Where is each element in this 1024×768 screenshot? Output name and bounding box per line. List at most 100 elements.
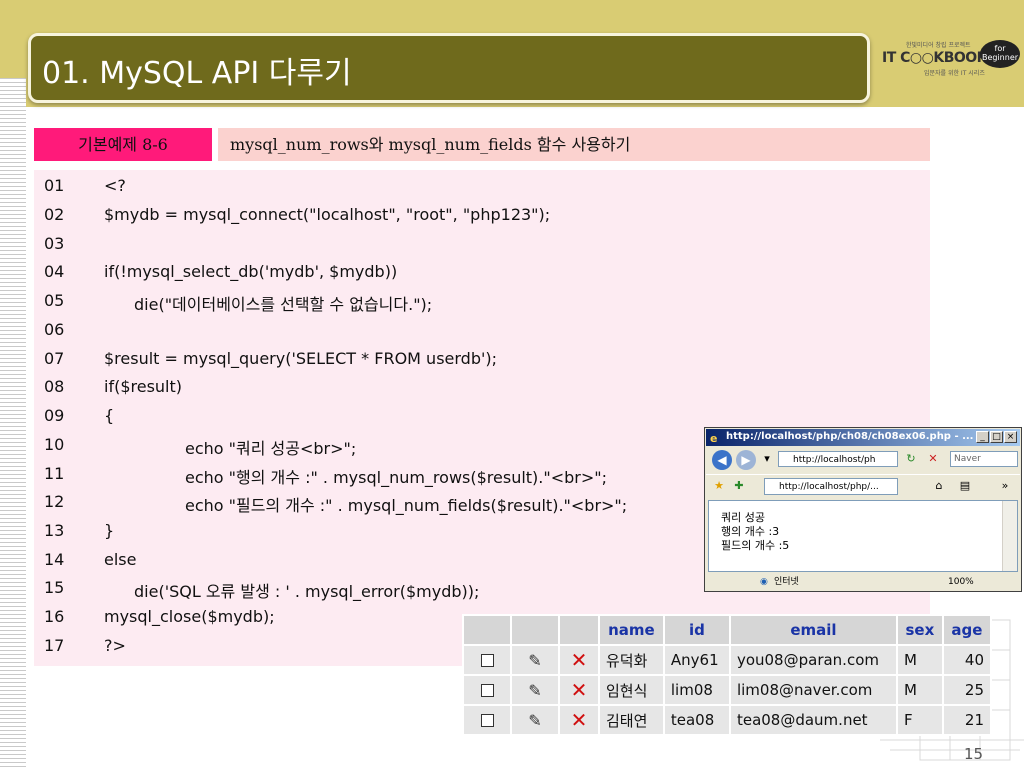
- add-favorite-icon[interactable]: ✚: [730, 478, 748, 494]
- vertical-scrollbar[interactable]: [1002, 501, 1017, 571]
- code-line: 05 die("데이터베이스를 선택할 수 없습니다.");: [34, 291, 930, 320]
- feeds-icon[interactable]: ▤: [956, 478, 974, 494]
- browser-title-bar[interactable]: e http://localhost/php/ch08/ch08ex06.php…: [706, 429, 1020, 446]
- logo-text: IT C○○KBOOK: [882, 50, 988, 66]
- code-text: if(!mysql_select_db('mydb', $mydb)): [104, 262, 398, 281]
- code-text: $result = mysql_query('SELECT * FROM use…: [104, 349, 498, 368]
- pencil-edit-icon[interactable]: ✎: [528, 681, 541, 700]
- code-text: mysql_close($mydb);: [104, 607, 275, 626]
- edit-cell[interactable]: ✎: [510, 704, 560, 736]
- line-number: 11: [44, 464, 65, 483]
- edit-cell[interactable]: ✎: [510, 674, 560, 706]
- delete-cell[interactable]: ✕: [558, 704, 600, 736]
- back-arrow-icon[interactable]: ◀: [712, 450, 732, 470]
- globe-icon: ◉: [760, 577, 768, 587]
- table-row: ✎ ✕ 김태연 tea08 tea08@daum.net F 21: [462, 704, 993, 736]
- logo-subtitle-bottom: 입문자를 위한 IT 시리즈: [924, 70, 985, 77]
- forward-arrow-icon[interactable]: ▶: [736, 450, 756, 470]
- cell-id: tea08: [662, 704, 731, 736]
- cell-age: 21: [941, 704, 993, 736]
- address-bar[interactable]: http://localhost/ph: [778, 451, 898, 467]
- row-checkbox[interactable]: [462, 674, 512, 706]
- table-row: ✎ ✕ 유덕화 Any61 you08@paran.com M 40: [462, 644, 993, 676]
- delete-cell[interactable]: ✕: [558, 644, 600, 676]
- ie-logo-icon: e: [710, 432, 718, 445]
- delete-x-icon[interactable]: ✕: [571, 648, 588, 672]
- browser-toolbar: ◀ ▶ ▾ http://localhost/ph ↻ ✕ Naver: [706, 448, 1020, 472]
- row-checkbox[interactable]: [462, 704, 512, 736]
- favorites-star-icon[interactable]: ★: [710, 478, 728, 494]
- column-header-age[interactable]: age: [941, 614, 993, 646]
- zoom-level[interactable]: 100%: [948, 574, 974, 591]
- maximize-button[interactable]: □: [990, 431, 1003, 443]
- code-line: 04 if(!mysql_select_db('mydb', $mydb)): [34, 262, 930, 291]
- line-number: 04: [44, 262, 65, 281]
- line-number: 06: [44, 320, 65, 339]
- line-number: 01: [44, 176, 65, 195]
- cell-name: 임현식: [598, 674, 665, 706]
- more-tools-icon[interactable]: »: [996, 478, 1014, 494]
- checkbox-icon[interactable]: [480, 684, 494, 697]
- line-number: 07: [44, 349, 65, 368]
- browser-window: e http://localhost/php/ch08/ch08ex06.php…: [704, 427, 1022, 592]
- browser-window-title: http://localhost/php/ch08/ch08ex06.php -…: [726, 431, 974, 442]
- history-dropdown-icon[interactable]: ▾: [758, 451, 776, 467]
- line-number: 09: [44, 406, 65, 425]
- code-text: $mydb = mysql_connect("localhost", "root…: [104, 205, 551, 224]
- refresh-icon[interactable]: ↻: [902, 451, 920, 467]
- code-line: 03: [34, 234, 930, 263]
- code-text: }: [104, 521, 115, 540]
- table-header-row: name id email sex age: [462, 614, 993, 646]
- edit-cell[interactable]: ✎: [510, 644, 560, 676]
- header-cell: [510, 614, 560, 646]
- line-number: 17: [44, 636, 65, 655]
- cell-sex: M: [895, 674, 944, 706]
- slide-title: 01. MySQL API 다루기: [42, 56, 352, 91]
- code-line: 01 <?: [34, 176, 930, 205]
- checkbox-icon[interactable]: [480, 654, 494, 667]
- minimize-button[interactable]: _: [976, 431, 989, 443]
- home-icon[interactable]: ⌂: [930, 478, 948, 494]
- status-zone: 인터넷: [774, 577, 799, 587]
- code-text: die("데이터베이스를 선택할 수 없습니다.");: [134, 295, 433, 314]
- code-text: echo "필드의 개수 :" . mysql_num_fields($resu…: [185, 496, 628, 515]
- code-text: <?: [104, 176, 126, 195]
- browser-tab[interactable]: http://localhost/php/...: [764, 478, 898, 495]
- delete-cell[interactable]: ✕: [558, 674, 600, 706]
- checkbox-icon[interactable]: [480, 714, 494, 727]
- row-checkbox[interactable]: [462, 644, 512, 676]
- logo-badge: for Beginner: [980, 40, 1020, 68]
- delete-x-icon[interactable]: ✕: [571, 678, 588, 702]
- cell-email: lim08@naver.com: [728, 674, 898, 706]
- code-line: 08 if($result): [34, 377, 930, 406]
- column-header-email[interactable]: email: [728, 614, 898, 646]
- line-number: 13: [44, 521, 65, 540]
- code-text: else: [104, 550, 137, 569]
- stop-icon[interactable]: ✕: [924, 451, 942, 467]
- browser-content: 쿼리 성공 행의 개수 :3 필드의 개수 :5: [708, 500, 1018, 572]
- line-number: 16: [44, 607, 65, 626]
- left-stripe-decoration: [0, 78, 26, 768]
- column-header-sex[interactable]: sex: [895, 614, 944, 646]
- cell-email: tea08@daum.net: [728, 704, 898, 736]
- code-text: die('SQL 오류 발생 : ' . mysql_error($mydb))…: [134, 582, 480, 601]
- code-line: 06: [34, 320, 930, 349]
- line-number: 08: [44, 377, 65, 396]
- delete-x-icon[interactable]: ✕: [571, 708, 588, 732]
- pencil-edit-icon[interactable]: ✎: [528, 711, 541, 730]
- search-input[interactable]: Naver: [950, 451, 1018, 467]
- column-header-name[interactable]: name: [598, 614, 665, 646]
- favorites-bar: ★ ✚ http://localhost/php/... ⌂ ▤ »: [706, 474, 1020, 497]
- table-row: ✎ ✕ 임현식 lim08 lim08@naver.com M 25: [462, 674, 993, 706]
- line-number: 12: [44, 492, 65, 511]
- line-number: 02: [44, 205, 65, 224]
- close-button[interactable]: ×: [1004, 431, 1017, 443]
- code-line: 02 $mydb = mysql_connect("localhost", "ro…: [34, 205, 930, 234]
- page-number: 15: [964, 745, 984, 763]
- it-cookbook-logo: 한빛미디어 창립 프로젝트 IT C○○KBOOK 입문자를 위한 IT 시리즈…: [880, 38, 1020, 78]
- status-bar: ◉ 인터넷 100%: [706, 574, 1020, 591]
- column-header-id[interactable]: id: [662, 614, 731, 646]
- line-number: 05: [44, 291, 65, 310]
- pencil-edit-icon[interactable]: ✎: [528, 651, 541, 670]
- cell-sex: M: [895, 644, 944, 676]
